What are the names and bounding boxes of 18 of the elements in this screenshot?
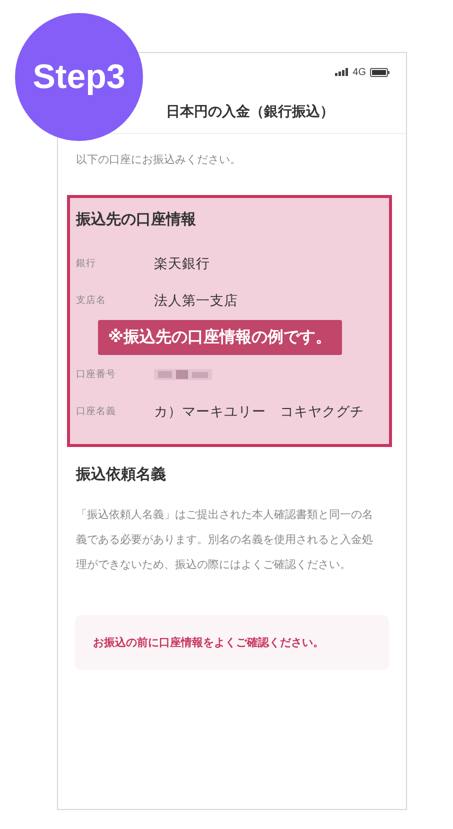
field-label: 口座番号 <box>76 368 117 381</box>
step-badge: Step3 <box>15 13 143 141</box>
redacted-value <box>154 369 212 380</box>
field-label: 銀行 <box>76 257 97 270</box>
field-label: 口座名義 <box>76 405 117 418</box>
signal-icon <box>334 68 349 76</box>
card-title: 振込先の口座情報 <box>76 210 197 229</box>
field-value: カ）マーキユリー コキヤクグチ <box>154 402 364 420</box>
notice-message: お振込の前に口座情報をよくご確認ください。 <box>75 615 389 670</box>
battery-icon <box>370 68 390 76</box>
intro-text: 以下の口座にお振込みください。 <box>75 152 242 167</box>
example-banner: ※振込先の口座情報の例です。 <box>98 320 342 355</box>
network-label: 4G <box>352 66 366 78</box>
section-title: 振込依頼名義 <box>74 464 167 484</box>
field-label: 支店名 <box>76 294 107 307</box>
field-value: 楽天銀行 <box>154 254 210 272</box>
field-value: 法人第一支店 <box>154 292 238 310</box>
section-text: 「振込依頼人名義」はご提出された本人確認書類と同一の名義である必要があります。別名の名義を使用されると入金処理ができないため、振込の際にはよくご確認ください。 <box>75 507 374 573</box>
